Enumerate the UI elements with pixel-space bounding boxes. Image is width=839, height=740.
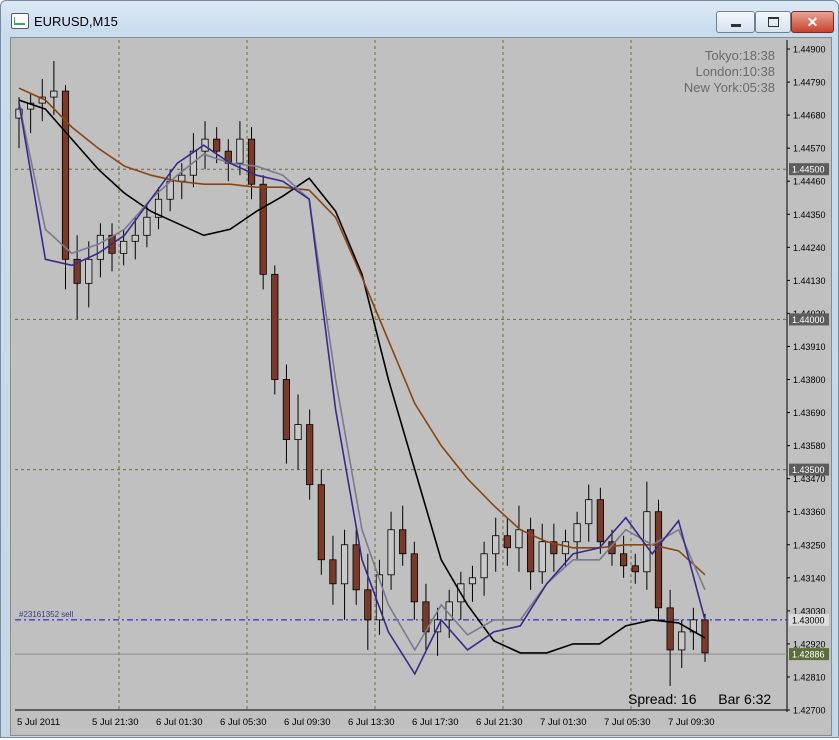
candle-body-up bbox=[96, 234, 104, 260]
window-title: EURUSD,M15 bbox=[34, 14, 118, 29]
y-tick-label: 1.42810 bbox=[793, 672, 826, 682]
x-tick-label: 7 Jul 05:30 bbox=[604, 717, 650, 728]
candle-body-down bbox=[306, 424, 314, 486]
candle-body-up bbox=[678, 631, 686, 651]
bar-timer: Bar 6:32 bbox=[718, 691, 772, 707]
restore-button[interactable] bbox=[755, 11, 791, 33]
close-button[interactable]: ✕ bbox=[791, 11, 834, 33]
current-price-label: 1.42886 bbox=[792, 650, 825, 660]
candle-body-up bbox=[573, 523, 581, 543]
y-tick-label: 1.43690 bbox=[793, 408, 826, 418]
y-tick-label: 1.44680 bbox=[793, 111, 826, 121]
y-tick-label: 1.43580 bbox=[793, 441, 826, 451]
clock-tokyo: Tokyo:18:38 bbox=[704, 48, 775, 63]
candle-body-up bbox=[340, 544, 349, 585]
candle-body-down bbox=[352, 544, 360, 591]
minimize-icon bbox=[730, 23, 741, 27]
candle-body-up bbox=[468, 577, 477, 585]
candle-body-up bbox=[561, 541, 570, 555]
candle-body-down bbox=[247, 138, 256, 185]
y-tick-label: 1.43140 bbox=[793, 573, 826, 583]
candle-body-down bbox=[399, 529, 407, 555]
x-tick-label: 6 Jul 05:30 bbox=[220, 717, 266, 728]
clock-london: London:10:38 bbox=[695, 64, 775, 79]
candle-body-up bbox=[480, 553, 488, 579]
y-tick-label: 1.43910 bbox=[793, 342, 826, 352]
x-tick-label: 6 Jul 21:30 bbox=[476, 717, 522, 728]
moving-average-line bbox=[18, 99, 706, 654]
y-tick-label: 1.44570 bbox=[793, 144, 826, 154]
candle-body-down bbox=[654, 511, 663, 609]
candle-body-down bbox=[213, 138, 221, 152]
candle-body-down bbox=[271, 273, 279, 380]
y-tick-label: 1.44460 bbox=[793, 177, 826, 187]
x-tick-label: 7 Jul 01:30 bbox=[540, 717, 586, 728]
y-tick-label: 1.43360 bbox=[793, 507, 826, 517]
candle-body-up bbox=[131, 234, 139, 242]
candle-body-down bbox=[631, 565, 639, 573]
title-bar[interactable]: EURUSD,M15 ✕ bbox=[1, 1, 838, 35]
candle-body-up bbox=[585, 499, 593, 525]
y-tick-label: 1.43470 bbox=[793, 474, 826, 484]
chart-window: EURUSD,M15 ✕ 5 Jul 2011 5 Jul 21:30 6 Jul … bbox=[0, 0, 839, 738]
price-level-label: 1.43500 bbox=[792, 465, 825, 475]
x-tick-label: 6 Jul 09:30 bbox=[284, 717, 330, 728]
candle-body-down bbox=[620, 553, 628, 567]
y-tick-label: 1.43800 bbox=[793, 375, 826, 385]
price-level-label: 1.44500 bbox=[792, 165, 825, 175]
candle-body-up bbox=[85, 258, 93, 284]
y-tick-label: 1.44790 bbox=[793, 78, 826, 88]
candle-body-up bbox=[178, 174, 186, 182]
candle-body-down bbox=[259, 183, 267, 275]
candle-body-up bbox=[294, 424, 302, 440]
candle-body-down bbox=[503, 535, 511, 549]
candle-body-down bbox=[282, 379, 291, 440]
minimize-button[interactable] bbox=[716, 11, 755, 33]
candle-body-up bbox=[50, 90, 58, 98]
y-tick-label: 1.44130 bbox=[793, 276, 826, 286]
x-tick-label: 6 Jul 13:30 bbox=[348, 717, 394, 728]
candle-body-up bbox=[143, 216, 151, 236]
moving-average-line bbox=[18, 102, 706, 676]
y-tick-label: 1.42920 bbox=[793, 639, 826, 649]
moving-average-line bbox=[18, 102, 706, 652]
candle-body-down bbox=[61, 90, 70, 260]
x-tick-label: 6 Jul 17:30 bbox=[412, 717, 458, 728]
x-tick-label: 7 Jul 09:30 bbox=[668, 717, 714, 728]
order-line-label: #23161352 sell bbox=[19, 610, 73, 619]
x-tick-label: 5 Jul 21:30 bbox=[92, 717, 138, 728]
y-tick-label: 1.42700 bbox=[793, 706, 826, 716]
candle-body-up bbox=[515, 529, 523, 549]
price-chart[interactable]: 5 Jul 2011 5 Jul 21:30 6 Jul 01:30 6 Jul 05… bbox=[11, 38, 831, 735]
x-tick-label: 5 Jul 2011 bbox=[17, 717, 60, 728]
chart-area[interactable]: 5 Jul 2011 5 Jul 21:30 6 Jul 01:30 6 Jul 05… bbox=[10, 37, 832, 736]
candle-body-down bbox=[410, 553, 418, 603]
candle-body-down bbox=[666, 607, 674, 651]
close-icon: ✕ bbox=[806, 13, 819, 30]
candle-body-up bbox=[387, 529, 395, 576]
order-price-label: 1.43000 bbox=[792, 615, 825, 625]
candle-body-down bbox=[329, 559, 337, 585]
candle-body-up bbox=[236, 138, 244, 164]
y-tick-label: 1.43250 bbox=[793, 540, 826, 550]
y-tick-label: 1.44350 bbox=[793, 210, 826, 220]
candle-body-down bbox=[317, 484, 325, 561]
candle-body-up bbox=[120, 240, 128, 254]
x-tick-label: 6 Jul 01:30 bbox=[156, 717, 202, 728]
candle-body-down bbox=[596, 499, 604, 543]
y-tick-label: 1.44900 bbox=[793, 45, 826, 55]
chart-window-icon bbox=[11, 13, 29, 29]
restore-icon bbox=[767, 17, 779, 27]
spread-value: Spread: 16 bbox=[628, 691, 697, 707]
candle-body-down bbox=[364, 589, 372, 621]
y-tick-label: 1.44240 bbox=[793, 243, 826, 253]
price-level-label: 1.44000 bbox=[792, 315, 825, 325]
clock-new-york: New York:05:38 bbox=[683, 80, 775, 95]
candle-body-up bbox=[492, 535, 500, 555]
status-readout: Spread: 16 Bar 6:32 bbox=[628, 691, 771, 707]
candle-body-up bbox=[538, 541, 546, 573]
